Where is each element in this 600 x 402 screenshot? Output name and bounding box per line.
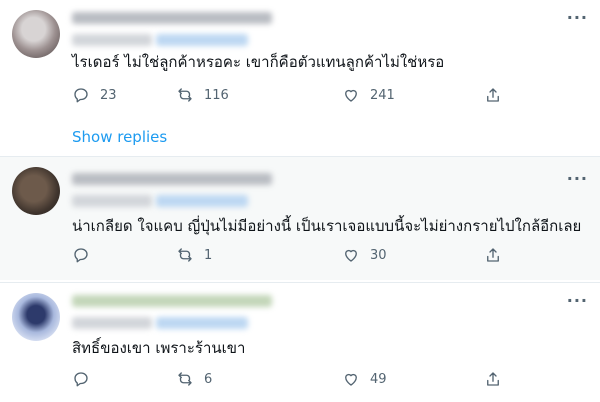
reply-count: 23 xyxy=(100,87,117,103)
like-count: 30 xyxy=(370,247,387,263)
tweet-text: ไรเดอร์ ไม่ใช่ลูกค้าหรอคะ เขาก็คือตัวแทน… xyxy=(72,53,445,71)
blurred-link xyxy=(156,317,248,329)
share-button[interactable] xyxy=(484,370,502,388)
share-icon xyxy=(487,248,499,262)
show-replies-link[interactable]: Show replies xyxy=(72,128,167,146)
retweet-count: 1 xyxy=(204,247,213,263)
heart-icon xyxy=(345,89,357,102)
retweet-button[interactable]: 6 xyxy=(176,370,212,388)
retweet-count: 116 xyxy=(204,87,229,103)
reply-button[interactable] xyxy=(72,370,100,388)
retweet-icon xyxy=(178,88,192,102)
retweet-icon xyxy=(178,248,192,262)
blurred-handle xyxy=(72,317,152,329)
tweet-actions: 23 116 241 xyxy=(72,86,512,108)
blurred-link xyxy=(156,195,248,207)
like-button[interactable]: 49 xyxy=(342,370,387,388)
share-icon xyxy=(487,372,499,386)
more-options-icon[interactable]: ··· xyxy=(567,293,588,309)
avatar[interactable] xyxy=(12,167,60,215)
reply-icon xyxy=(74,372,88,387)
reply-button[interactable]: 23 xyxy=(72,86,117,104)
blurred-username xyxy=(72,295,272,307)
blurred-username xyxy=(72,173,272,185)
retweet-icon xyxy=(178,372,192,386)
share-icon xyxy=(487,88,499,102)
share-button[interactable] xyxy=(484,246,502,264)
like-count: 49 xyxy=(370,371,387,387)
more-options-icon[interactable]: ··· xyxy=(567,10,588,26)
heart-icon xyxy=(345,249,357,262)
blurred-username xyxy=(72,12,272,24)
like-count: 241 xyxy=(370,87,395,103)
reply-icon xyxy=(74,88,88,103)
retweet-count: 6 xyxy=(204,371,213,387)
reply-icon xyxy=(74,248,88,263)
blurred-handle xyxy=(72,34,152,46)
avatar[interactable] xyxy=(12,10,60,58)
avatar[interactable] xyxy=(12,293,60,341)
tweet-text: สิทธิ์ของเขา เพราะร้านเขา xyxy=(72,339,246,357)
retweet-button[interactable]: 116 xyxy=(176,86,229,104)
tweet-actions: 6 49 xyxy=(72,370,512,392)
tweet-1[interactable]: ··· ไรเดอร์ ไม่ใช่ลูกค้าหรอคะ เขาก็คือตั… xyxy=(0,0,600,156)
heart-icon xyxy=(345,373,357,386)
tweet-actions: 1 30 xyxy=(72,246,512,268)
blurred-handle xyxy=(72,195,152,207)
retweet-button[interactable]: 1 xyxy=(176,246,212,264)
reply-button[interactable] xyxy=(72,246,100,264)
more-options-icon[interactable]: ··· xyxy=(567,171,588,187)
blurred-link xyxy=(156,34,248,46)
share-button[interactable] xyxy=(484,86,502,104)
like-button[interactable]: 30 xyxy=(342,246,387,264)
tweet-text: น่าเกลียด ใจแคบ ญี่ปุ่นไม่มีอย่างนี้ เป็… xyxy=(72,217,582,235)
like-button[interactable]: 241 xyxy=(342,86,395,104)
